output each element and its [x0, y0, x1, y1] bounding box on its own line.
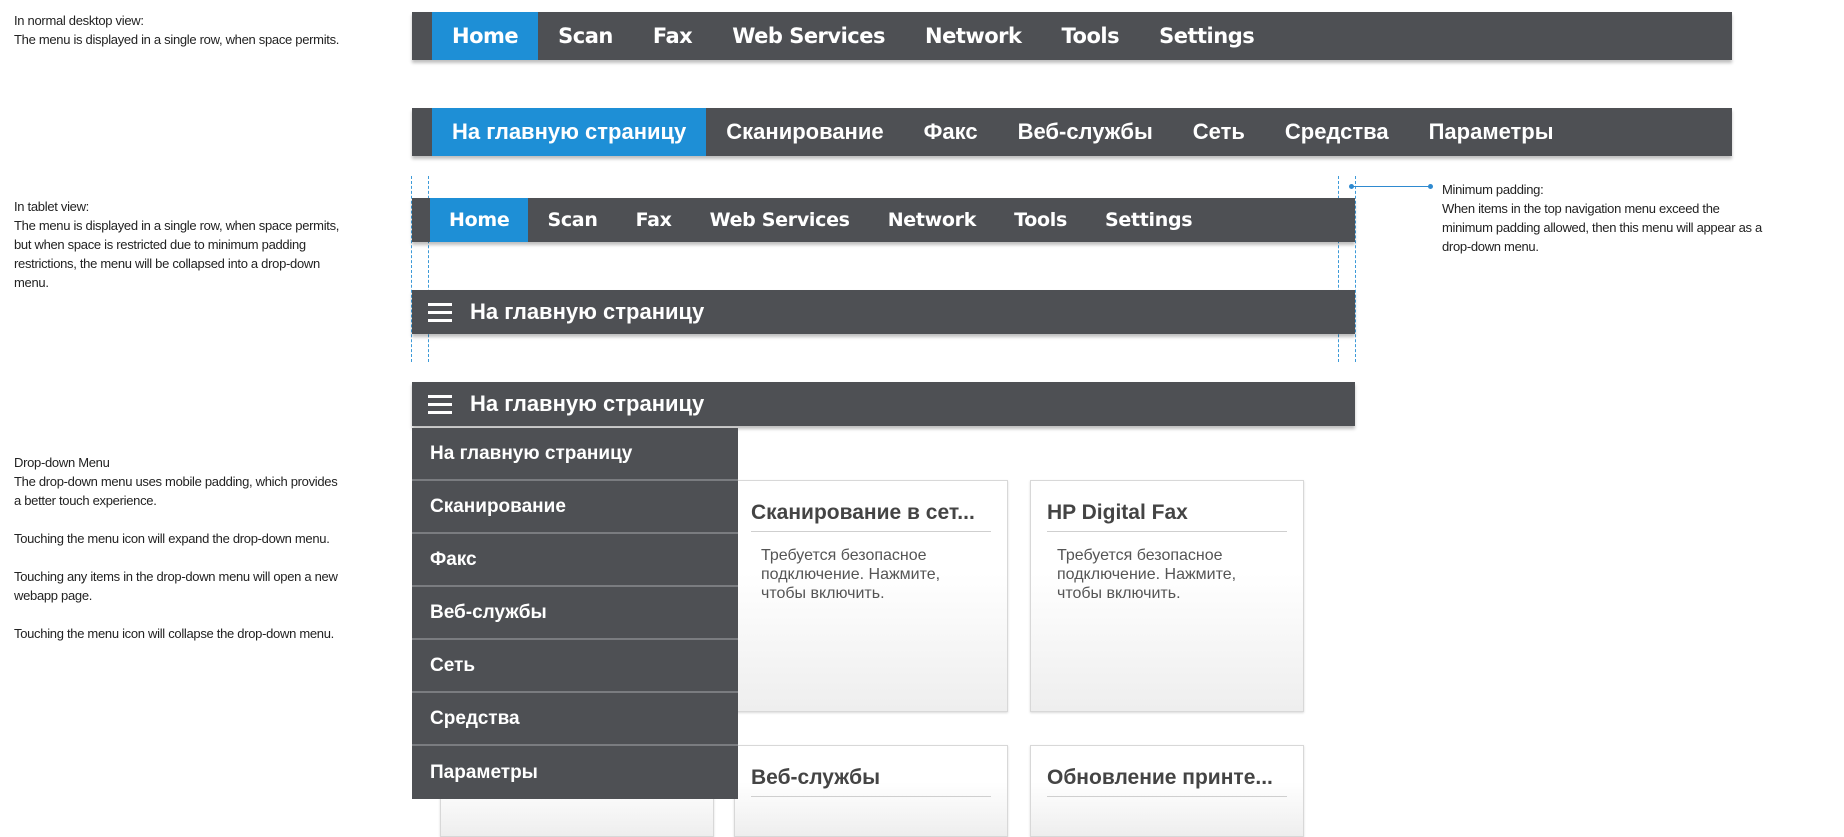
- dropdown-item-scan[interactable]: Сканирование: [412, 481, 738, 534]
- nav-item-network[interactable]: Network: [869, 198, 995, 242]
- note-line: drop-down menu.: [1442, 239, 1539, 254]
- note-desktop: In normal desktop view: The menu is disp…: [14, 11, 374, 49]
- nav-item-fax[interactable]: Fax: [617, 198, 691, 242]
- note-line: Drop-down Menu: [14, 455, 110, 470]
- nav-item-network[interactable]: Network: [905, 12, 1042, 60]
- note-line: menu.: [14, 275, 49, 290]
- collapsed-nav-title: На главную страницу: [470, 391, 705, 416]
- note-line: Touching the menu icon will expand the d…: [14, 531, 330, 546]
- dropdown-item-settings[interactable]: Параметры: [412, 746, 738, 799]
- nav-item-settings[interactable]: Settings: [1086, 198, 1211, 242]
- note-line: Minimum padding:: [1442, 182, 1544, 197]
- callout-line: [1350, 186, 1430, 187]
- nav-item-settings[interactable]: Settings: [1139, 12, 1274, 60]
- tile-description: Требуется безопасное подключение. Нажмит…: [1057, 547, 1237, 602]
- nav-item-scan[interactable]: Scan: [538, 12, 633, 60]
- note-min-padding: Minimum padding: When items in the top n…: [1442, 180, 1812, 256]
- note-tablet: In tablet view: The menu is displayed in…: [14, 197, 374, 292]
- nav-item-home[interactable]: Home: [430, 198, 529, 242]
- tile-description: Требуется безопасное подключение. Нажмит…: [761, 547, 941, 602]
- tile-web-services[interactable]: Веб-службы: [734, 745, 1008, 837]
- note-line: but when space is restricted due to mini…: [14, 237, 306, 252]
- nav-item-fax[interactable]: Fax: [633, 12, 712, 60]
- tile-title: Веб-службы: [751, 766, 991, 797]
- nav-item-network[interactable]: Сеть: [1173, 108, 1265, 156]
- note-line: In normal desktop view:: [14, 13, 144, 28]
- nav-item-web-services[interactable]: Web Services: [712, 12, 905, 60]
- hamburger-menu-icon[interactable]: [428, 392, 454, 416]
- note-line: When items in the top navigation menu ex…: [1442, 201, 1720, 216]
- note-line: Touching any items in the drop-down menu…: [14, 569, 338, 584]
- note-line: a better touch experience.: [14, 493, 157, 508]
- dropdown-item-web-services[interactable]: Веб-службы: [412, 587, 738, 640]
- hamburger-menu-icon[interactable]: [428, 300, 454, 324]
- tile-title: Сканирование в сет...: [751, 501, 991, 532]
- dropdown-item-home[interactable]: На главную страницу: [412, 428, 738, 481]
- note-line: In tablet view:: [14, 199, 89, 214]
- tile-network-scan[interactable]: Сканирование в сет... Требуется безопасн…: [734, 480, 1008, 712]
- note-line: The drop-down menu uses mobile padding, …: [14, 474, 338, 489]
- note-line: The menu is displayed in a single row, w…: [14, 32, 340, 47]
- note-line: minimum padding allowed, then this menu …: [1442, 220, 1762, 235]
- nav-bar-desktop: Home Scan Fax Web Services Network Tools…: [412, 12, 1732, 60]
- dropdown-item-fax[interactable]: Факс: [412, 534, 738, 587]
- tile-hp-digital-fax[interactable]: HP Digital Fax Требуется безопасное подк…: [1030, 480, 1304, 712]
- nav-item-tools[interactable]: Средства: [1265, 108, 1409, 156]
- dropdown-item-tools[interactable]: Средства: [412, 693, 738, 746]
- note-line: webapp page.: [14, 588, 93, 603]
- note-line: restrictions, the menu will be collapsed…: [14, 256, 320, 271]
- note-line: Touching the menu icon will collapse the…: [14, 626, 334, 641]
- tile-title: Обновление принте...: [1047, 766, 1287, 797]
- nav-item-fax[interactable]: Факс: [904, 108, 998, 156]
- padding-guide-right-outer: [1355, 176, 1356, 362]
- nav-item-tools[interactable]: Tools: [995, 198, 1086, 242]
- nav-bar-collapsed: На главную страницу: [412, 290, 1355, 334]
- note-line: The menu is displayed in a single row, w…: [14, 218, 340, 233]
- nav-bar-collapsed-open: На главную страницу: [412, 382, 1355, 426]
- nav-item-scan[interactable]: Scan: [528, 198, 616, 242]
- nav-item-settings[interactable]: Параметры: [1409, 108, 1574, 156]
- nav-item-scan[interactable]: Сканирование: [706, 108, 903, 156]
- dropdown-item-network[interactable]: Сеть: [412, 640, 738, 693]
- nav-item-tools[interactable]: Tools: [1042, 12, 1140, 60]
- nav-item-web-services[interactable]: Web Services: [691, 198, 869, 242]
- dropdown-menu: На главную страницу Сканирование Факс Ве…: [412, 428, 738, 799]
- collapsed-nav-title: На главную страницу: [470, 299, 705, 324]
- nav-bar-tablet: Home Scan Fax Web Services Network Tools…: [412, 198, 1355, 242]
- nav-bar-desktop-ru: На главную страницу Сканирование Факс Ве…: [412, 108, 1732, 156]
- nav-item-web-services[interactable]: Веб-службы: [998, 108, 1173, 156]
- tile-title: HP Digital Fax: [1047, 501, 1287, 532]
- nav-item-home[interactable]: На главную страницу: [432, 108, 707, 156]
- tile-printer-update[interactable]: Обновление принте...: [1030, 745, 1304, 837]
- nav-item-home[interactable]: Home: [432, 12, 539, 60]
- callout-dot: [1428, 184, 1433, 189]
- note-dropdown: Drop-down Menu The drop-down menu uses m…: [14, 453, 374, 643]
